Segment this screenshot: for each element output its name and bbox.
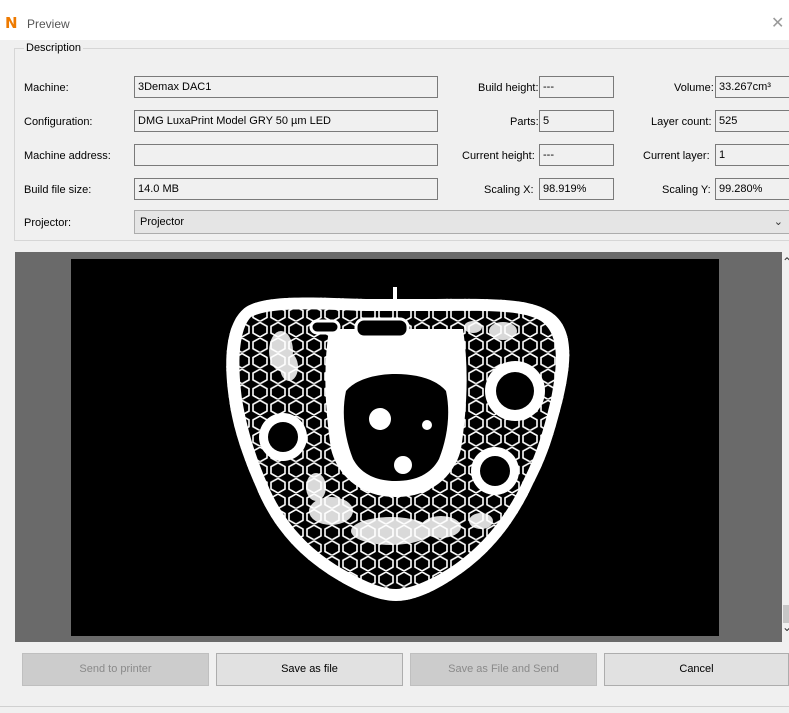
current-height-label: Current height: [462,150,535,162]
build-file-size-field: 14.0 MB [134,178,438,200]
machine-address-field [134,144,438,166]
volume-field: 33.267cm³ [715,76,789,98]
current-layer-label: Current layer: [643,150,710,162]
top-strip [0,0,789,10]
machine-field: 3Demax DAC1 [134,76,438,98]
app-logo-icon: N [5,14,18,32]
description-legend: Description [24,42,84,54]
preview-scrollbar[interactable] [782,252,789,642]
scroll-up-icon[interactable]: ⌃ [782,255,789,269]
configuration-label: Configuration: [24,116,93,128]
current-layer-stepper[interactable]: 1 [715,144,789,166]
volume-label: Volume: [674,82,714,94]
projector-select[interactable]: Projector ⌄ [134,210,789,234]
chevron-down-icon: ⌄ [773,216,783,228]
configuration-field: DMG LuxaPrint Model GRY 50 µm LED [134,110,438,132]
save-as-file-button[interactable]: Save as file [216,653,403,686]
build-height-field: --- [539,76,614,98]
machine-label: Machine: [24,82,69,94]
projector-select-value: Projector [140,216,185,228]
scaling-y-field: 99.280% [715,178,789,200]
scroll-down-icon[interactable]: ⌄ [782,620,789,634]
close-icon[interactable]: ✕ [771,12,789,36]
machine-address-label: Machine address: [24,150,111,162]
save-as-file-and-send-button[interactable]: Save as File and Send [410,653,597,686]
layer-count-field: 525 [715,110,789,132]
scaling-x-label: Scaling X: [484,184,534,196]
scaling-y-label: Scaling Y: [662,184,711,196]
bottom-divider [0,706,789,707]
cancel-button[interactable]: Cancel [604,653,789,686]
slice-image [226,287,570,601]
parts-field: 5 [539,110,614,132]
scaling-x-field: 98.919% [539,178,614,200]
window-title: Preview [27,17,70,31]
send-to-printer-button[interactable]: Send to printer [22,653,209,686]
layer-count-label: Layer count: [651,116,712,128]
projector-label: Projector: [24,217,72,229]
layer-preview-canvas [71,259,719,636]
current-height-field: --- [539,144,614,166]
build-file-size-label: Build file size: [24,184,92,196]
title-bar: N Preview ✕ [0,10,789,40]
build-height-label: Build height: [478,82,539,94]
parts-label: Parts: [510,116,539,128]
